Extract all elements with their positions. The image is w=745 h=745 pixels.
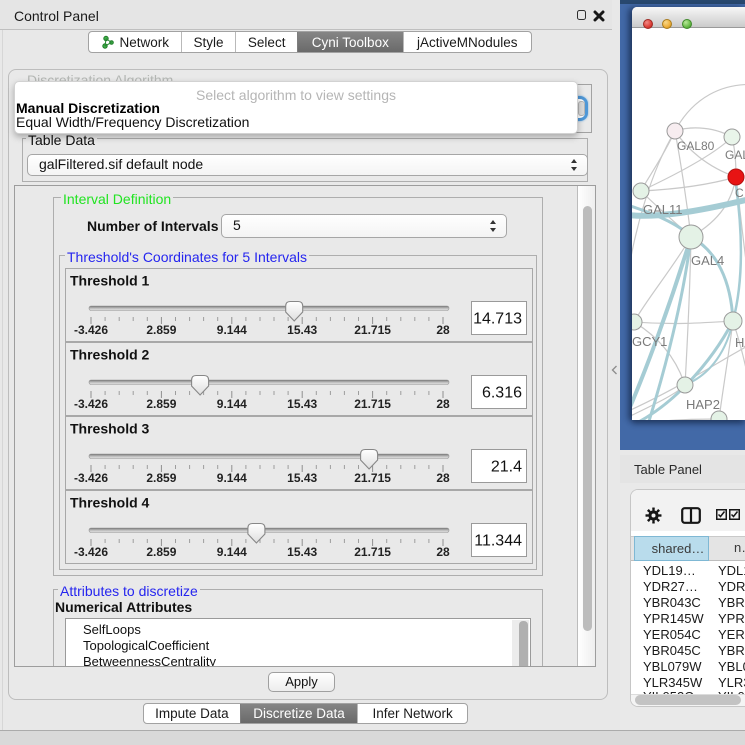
svg-text:15.43: 15.43 [287, 323, 317, 337]
svg-text:21.715: 21.715 [354, 545, 391, 559]
svg-text:-3.426: -3.426 [74, 397, 108, 411]
svg-text:GAL…: GAL… [725, 148, 745, 162]
svg-text:9.144: 9.144 [217, 471, 247, 485]
svg-text:28: 28 [436, 323, 450, 337]
svg-text:HAP2: HAP2 [686, 397, 720, 412]
svg-text:2.859: 2.859 [146, 545, 176, 559]
svg-text:HA: HA [735, 335, 745, 350]
svg-text:15.43: 15.43 [287, 545, 317, 559]
svg-text:14.713: 14.713 [473, 311, 522, 328]
svg-text:GAL80: GAL80 [677, 139, 715, 153]
svg-text:GAL11: GAL11 [643, 202, 683, 217]
svg-text:C…: C… [735, 186, 745, 200]
svg-text:-3.426: -3.426 [74, 323, 108, 337]
svg-text:Threshold 4: Threshold 4 [70, 495, 150, 511]
svg-text:21.715: 21.715 [354, 397, 391, 411]
svg-text:11.344: 11.344 [474, 533, 522, 550]
svg-text:9.144: 9.144 [217, 323, 247, 337]
svg-text:21.4: 21.4 [491, 459, 522, 476]
svg-text:15.43: 15.43 [287, 397, 317, 411]
svg-text:28: 28 [436, 471, 450, 485]
svg-text:6.316: 6.316 [482, 385, 522, 402]
svg-text:-3.426: -3.426 [74, 471, 108, 485]
svg-text:28: 28 [436, 545, 450, 559]
svg-text:21.715: 21.715 [354, 471, 391, 485]
svg-text:-3.426: -3.426 [74, 545, 108, 559]
svg-text:Threshold 2: Threshold 2 [70, 347, 150, 363]
svg-text:15.43: 15.43 [287, 471, 317, 485]
svg-text:2.859: 2.859 [146, 397, 176, 411]
svg-text:GAL4: GAL4 [691, 253, 724, 268]
svg-text:Threshold 1: Threshold 1 [70, 273, 150, 289]
svg-text:9.144: 9.144 [217, 397, 247, 411]
svg-text:2.859: 2.859 [146, 323, 176, 337]
svg-text:21.715: 21.715 [354, 323, 391, 337]
svg-text:2.859: 2.859 [146, 471, 176, 485]
svg-text:Threshold 3: Threshold 3 [70, 421, 150, 437]
svg-text:9.144: 9.144 [217, 545, 247, 559]
svg-text:GCY1: GCY1 [632, 334, 667, 349]
svg-text:28: 28 [436, 397, 450, 411]
